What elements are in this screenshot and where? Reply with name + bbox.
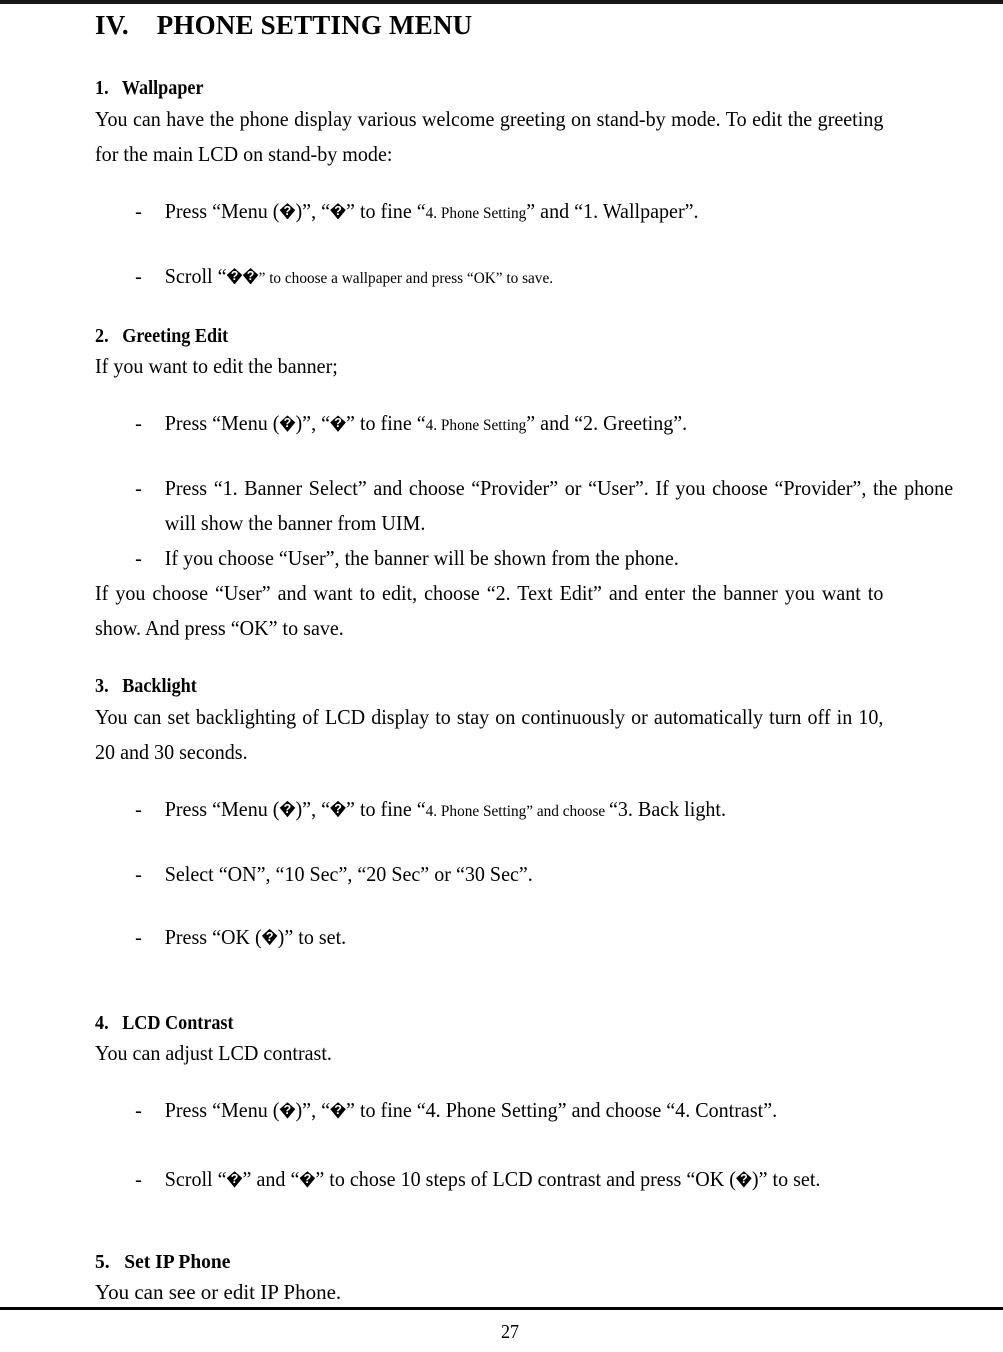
bullet-item: - Select “ON”, “10 Sec”, “20 Sec” or “30… bbox=[95, 857, 953, 892]
replacement-character-diamond: ? bbox=[261, 928, 278, 946]
replacement-character-diamond: ? bbox=[226, 1171, 243, 1188]
page-number: 27 bbox=[501, 1321, 519, 1343]
section-number: 3. bbox=[95, 676, 109, 698]
bullet-item: - Press “OK (?)” to set. bbox=[95, 920, 953, 955]
bullet-text: Press “Menu (?)”, “?” to fine “4. Phone … bbox=[164, 1097, 778, 1122]
section-intro-3: You can set backlighting of LCD display … bbox=[95, 704, 884, 764]
replacement-character-diamond: ? bbox=[330, 1102, 346, 1119]
replacement-character-diamond: ? bbox=[299, 1171, 316, 1188]
section-heading-5: 5. Set IP Phone bbox=[95, 1251, 885, 1275]
section-heading-2: 2. Greeting Edit bbox=[95, 325, 830, 349]
title-text: PHONE SETTING MENU bbox=[156, 10, 473, 40]
bullet-text: Press “OK (?)” to set. bbox=[164, 924, 347, 949]
replacement-character-diamond: ? bbox=[279, 800, 296, 818]
bullet-dash: - bbox=[135, 796, 142, 821]
replacement-character-diamond: ? bbox=[330, 203, 346, 220]
document-page: IV. PHONE SETTING MENU 1. Wallpaper You … bbox=[0, 0, 1003, 1352]
section-number: 4. bbox=[95, 1012, 109, 1034]
bullet-dash: - bbox=[135, 924, 142, 949]
section-heading-3: 3. Backlight bbox=[95, 675, 830, 699]
bullet-dash: - bbox=[135, 1097, 142, 1122]
bullet-text: Press “Menu (?)”, “?” to fine “4. Phone … bbox=[164, 198, 699, 223]
title-number: IV. bbox=[95, 10, 129, 40]
replacement-character-diamond: ? bbox=[242, 268, 259, 285]
section-number: 1. bbox=[95, 78, 109, 100]
section-title: Backlight bbox=[122, 676, 197, 698]
bullet-item: - Press “Menu (?)”, “?” to fine “4. Phon… bbox=[95, 1093, 953, 1128]
section-intro-4: You can adjust LCD contrast. bbox=[95, 1040, 332, 1065]
section-number: 5. bbox=[95, 1251, 110, 1273]
section-intro-2: If you want to edit the banner; bbox=[95, 354, 338, 379]
section-number: 2. bbox=[95, 325, 109, 347]
replacement-character-diamond: ? bbox=[279, 415, 296, 432]
bullet-dash: - bbox=[135, 198, 142, 223]
section-title: Greeting Edit bbox=[122, 325, 229, 347]
replacement-character-diamond: ? bbox=[736, 1171, 752, 1188]
section-intro-5: You can see or edit IP Phone. bbox=[95, 1280, 342, 1305]
replacement-character-diamond: ? bbox=[330, 415, 346, 432]
section-title: Set IP Phone bbox=[124, 1251, 231, 1273]
bullet-item: - If you choose “User”, the banner will … bbox=[95, 541, 953, 576]
bullet-item: - Press “1. Banner Select” and choose “P… bbox=[95, 471, 953, 541]
replacement-character-diamond: ? bbox=[226, 268, 243, 285]
bullet-dash: - bbox=[135, 1166, 142, 1191]
bullet-dash: - bbox=[135, 546, 142, 571]
bullet-dash: - bbox=[135, 411, 142, 436]
bullet-text: If you choose “User”, the banner will be… bbox=[164, 546, 679, 571]
bullet-text: Press “Menu (?)”, “?” to fine “4. Phone … bbox=[164, 411, 688, 436]
bullet-text: Select “ON”, “10 Sec”, “20 Sec” or “30 S… bbox=[164, 861, 533, 886]
replacement-character-diamond: ? bbox=[279, 1102, 296, 1119]
bullet-dash: - bbox=[135, 861, 142, 886]
bullet-item: - Scroll “??” to choose a wallpaper and … bbox=[95, 259, 953, 296]
section-intro-1: You can have the phone display various w… bbox=[95, 106, 884, 166]
bullet-dash: - bbox=[135, 263, 142, 288]
bullet-item: - Press “Menu (?)”, “?” to fine “4. Phon… bbox=[95, 194, 953, 231]
page-title: IV. PHONE SETTING MENU bbox=[95, 0, 885, 41]
bullet-item: - Press “Menu (?)”, “?” to fine “4. Phon… bbox=[95, 792, 953, 829]
bullet-item: - Scroll “?” and “?” to chose 10 steps o… bbox=[95, 1162, 953, 1197]
bullet-text: Scroll “??” to choose a wallpaper and pr… bbox=[164, 263, 554, 288]
section-title: LCD Contrast bbox=[122, 1012, 234, 1034]
bullet-text: Press “Menu (?)”, “?” to fine “4. Phone … bbox=[164, 796, 726, 821]
page-content: IV. PHONE SETTING MENU 1. Wallpaper You … bbox=[95, 0, 953, 1310]
section-title: Wallpaper bbox=[121, 78, 204, 100]
bullet-dash: - bbox=[135, 476, 142, 501]
section-heading-1: 1. Wallpaper bbox=[95, 77, 830, 101]
replacement-character-diamond: ? bbox=[279, 203, 296, 220]
bullet-text: Scroll “?” and “?” to chose 10 steps of … bbox=[164, 1166, 821, 1191]
bullet-item: - Press “Menu (?)”, “?” to fine “4. Phon… bbox=[95, 406, 953, 443]
bullet-text: Press “1. Banner Select” and choose “Pro… bbox=[164, 476, 954, 536]
replacement-character-diamond: ? bbox=[330, 800, 346, 818]
section-outro-2: If you choose “User” and want to edit, c… bbox=[95, 581, 884, 641]
section-heading-4: 4. LCD Contrast bbox=[95, 1012, 830, 1036]
footer-divider bbox=[0, 1307, 1003, 1310]
